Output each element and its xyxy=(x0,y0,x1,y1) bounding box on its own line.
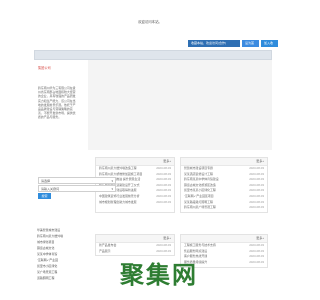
service-more-link[interactable]: 更多+ xyxy=(256,236,264,241)
left-list-item[interactable]: 道路照明工程 xyxy=(34,275,82,281)
banner-strip xyxy=(34,50,272,60)
nav-item-2[interactable]: 加入收藏 xyxy=(261,40,278,52)
left-list: 华美智慧城市建设 黔东南州某大楼外墙 城市绿化项目 镇远古城文化 某某中学体育馆… xyxy=(34,227,82,289)
case-list: 智慧城市建设项目专题 2023-08-03 某某酒店装修设计工程 2023-08-0… xyxy=(181,166,267,211)
product-panel-header: 更多+ xyxy=(96,235,174,243)
list-item[interactable]: 产品展示 2023-08-03 xyxy=(96,249,174,255)
product-panel: 更多+ 新产品发布会 2023-08-03 产品展示 2023-08-03 xyxy=(95,234,175,256)
case-panel-header: 更多+ xyxy=(181,158,267,166)
search-form: 请选择 ▾ 请输入关键词 ▾ 搜索 xyxy=(38,177,116,199)
keyword-input[interactable]: 请输入关键词 ▾ xyxy=(38,185,116,192)
intro-paragraph: 黔东南州华为三有限公司在贵州省东南部占地面积较大经营的企业，具有较强的产品研发实… xyxy=(38,86,76,120)
list-item[interactable]: 黔东南州某广场景观工程 2023-08-03 xyxy=(181,205,267,211)
news-panel-header: 更多+ xyxy=(96,158,174,166)
news-more-link[interactable]: 更多+ xyxy=(163,159,171,164)
case-more-link[interactable]: 更多+ xyxy=(256,159,264,164)
list-item[interactable]: 城市规划新理念助力城市发展 2023-08-03 xyxy=(96,200,174,206)
welcome-text: 欢迎访问本站。 xyxy=(138,20,162,24)
watermark-logo: 聚集网 xyxy=(120,261,198,289)
category-select[interactable]: 请选择 ▾ xyxy=(38,177,116,184)
search-button[interactable]: 搜索 xyxy=(38,193,51,199)
chevron-down-icon: ▾ xyxy=(111,187,113,191)
intro-title: 集团公司 xyxy=(38,66,51,70)
right-top-area xyxy=(88,60,272,150)
top-navigation: 收藏本站，欢迎访问(合作) 设为首页 加入收藏 xyxy=(188,40,278,52)
product-list: 新产品发布会 2023-08-03 产品展示 2023-08-03 xyxy=(96,243,174,254)
service-panel-header: 更多+ xyxy=(181,235,267,243)
company-intro: 集团公司 黔东南州华为三有限公司在贵州省东南部占地面积较大经营的企业，具有较强的… xyxy=(34,60,82,150)
product-more-link[interactable]: 更多+ xyxy=(163,236,171,241)
case-panel: 更多+ 智慧城市建设项目专题 2023-08-03 某某酒店装修设计工程 2023-… xyxy=(180,157,268,213)
nav-item-1[interactable]: 设为首页 xyxy=(242,40,259,52)
chevron-down-icon: ▾ xyxy=(111,179,113,183)
nav-item-0[interactable]: 收藏本站，欢迎访问(合作) xyxy=(188,40,240,47)
